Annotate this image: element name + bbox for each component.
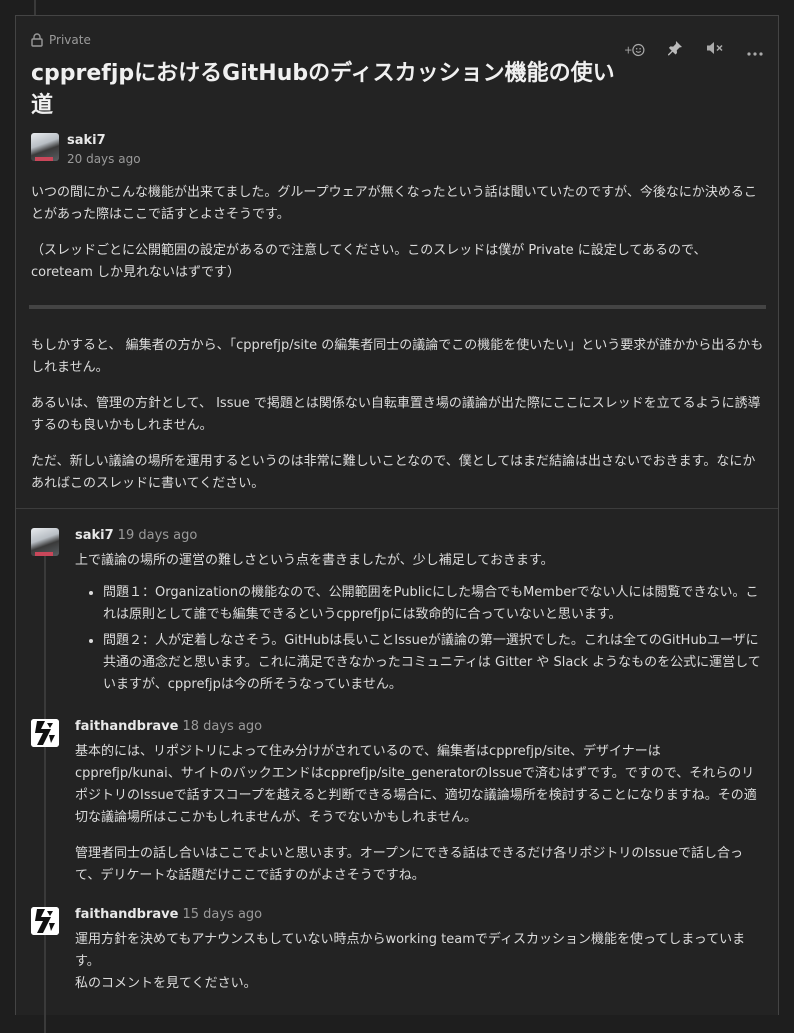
comment-header: faithandbrave 18 days ago [75,719,262,734]
discussion-title: cpprefjpにおけるGitHubのディスカッション機能の使い道 [31,61,615,118]
comment-body: 上で議論の場所の運営の難しさという点を書きましたが、少し補足しておきます。 問題… [75,550,765,700]
add-reaction-button[interactable]: + [624,40,646,60]
discussion-card: Private + cpprefjpにおけるGitHubのディスカッション機能の… [15,15,779,1033]
comment-text: 管理者同士の話し合いはここでよいと思います。オープンにできる話はできるだけ各リポ… [75,846,744,883]
thread-line [44,554,46,734]
op-author: saki7 20 days ago [31,133,141,169]
author-name[interactable]: faithandbrave [75,907,178,922]
comment-text: 私のコメントを見てください。 [75,976,257,991]
op-paragraph: いつの間にかこんな機能が出来てました。グループウェアが無くなったという話は聞いて… [31,185,757,222]
pin-button[interactable] [664,40,686,60]
more-icon [747,41,763,60]
more-button[interactable] [744,40,766,60]
comment-text: 運用方針を決めてもアナウンスもしていない時点からworking teamでディス… [75,932,746,969]
comment-body: 基本的には、リポジトリによって住み分けがされているので、編集者はcpprefjp… [75,741,765,887]
author-name[interactable]: faithandbrave [75,719,178,734]
visibility-indicator: Private [31,33,91,47]
comment-text: 上で議論の場所の運営の難しさという点を書きましたが、少し補足しておきます。 [75,553,554,568]
op-paragraph: もしかすると、 編集者の方から、「cpprefjp/site の編集者同士の議論… [31,338,764,375]
comment-header: faithandbrave 15 days ago [75,907,262,922]
list-item: 問題２：人が定着しなさそう。GitHubは長いことIssueが議論の第一選択でし… [103,630,765,696]
author-name[interactable]: saki7 [67,133,141,149]
mute-icon [706,40,724,60]
op-paragraph: ただ、新しい議論の場所を運用するというのは非常に難しいことなので、僕としてはまだ… [31,454,756,491]
lock-icon [31,33,43,47]
pin-icon [667,40,683,60]
thread-line [44,933,46,1033]
comment-time[interactable]: 15 days ago [182,907,262,922]
comment-body: 運用方針を決めてもアナウンスもしていない時点からworking teamでディス… [75,929,765,995]
avatar[interactable] [31,528,59,556]
thread-line [34,0,36,15]
comments-separator [16,508,778,509]
avatar[interactable] [31,719,59,747]
post-time[interactable]: 20 days ago [67,149,141,169]
list-item: 問題１：Organizationの機能なので、公開範囲をPublicにした場合で… [103,582,765,626]
comment-header: saki7 19 days ago [75,528,197,543]
comment-time[interactable]: 18 days ago [182,719,262,734]
author-name[interactable]: saki7 [75,528,114,543]
mute-button[interactable] [704,40,726,60]
svg-text:+: + [624,45,633,56]
comment-text: 基本的には、リポジトリによって住み分けがされているので、編集者はcpprefjp… [75,744,757,825]
op-paragraph: あるいは、管理の方針として、 Issue で掲題とは関係ない自転車置き場の議論が… [31,396,761,433]
thread-line [44,745,46,910]
avatar[interactable] [31,133,59,161]
discussion-actions: + [624,40,766,60]
bullet-list: 問題１：Organizationの機能なので、公開範囲をPublicにした場合で… [75,582,765,696]
op-paragraph: （スレッドごとに公開範囲の設定があるので注意してください。このスレッドは僕が P… [31,243,707,280]
avatar[interactable] [31,907,59,935]
horizontal-rule [29,305,766,309]
visibility-label: Private [49,33,91,47]
comment-time[interactable]: 19 days ago [118,528,198,543]
